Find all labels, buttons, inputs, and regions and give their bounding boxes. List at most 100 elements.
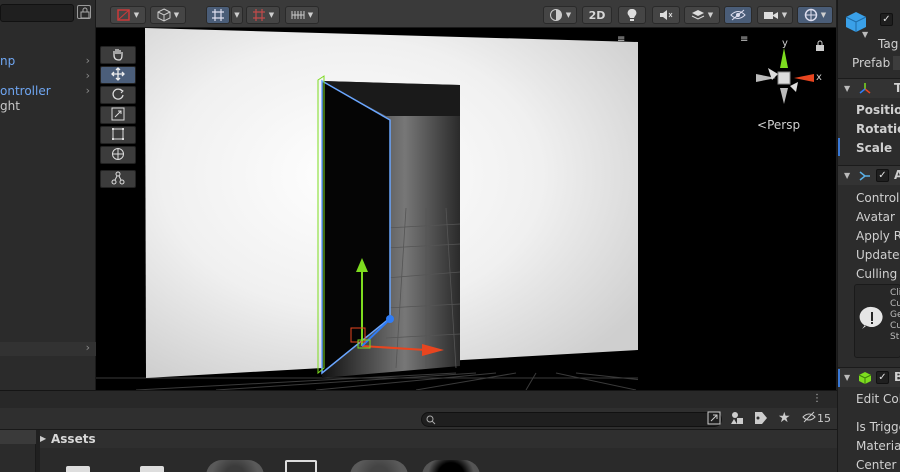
material-label[interactable]: Material [856,439,900,453]
draw-mode-dropdown[interactable]: ▼ [110,6,146,24]
gizmo-y-label: y [782,38,788,49]
hierarchy-item[interactable]: np › [0,54,96,70]
overlay-menu-icon[interactable]: ≡ [617,34,625,45]
camera-dropdown[interactable]: ▼ [757,6,793,24]
add-to-scene-icon[interactable] [707,411,721,428]
animator-enabled-checkbox[interactable]: ✓ [876,169,889,182]
animator-title: A [894,168,900,182]
project-tab-bar: ⋮ [0,390,837,408]
favorite-icon[interactable]: ★ [778,410,791,426]
transform-header[interactable]: ▼ T [838,78,900,98]
overlay-menu-icon[interactable]: ≡ [740,34,748,45]
scene-viewport[interactable]: y x [96,28,836,390]
hierarchy-list: np › › ontroller › ght [0,26,96,356]
folder-icon[interactable] [140,466,164,472]
gizmos-dropdown[interactable]: ▼ [797,6,833,24]
hand-tool-button[interactable] [100,46,136,64]
controller-label[interactable]: Controlle [856,191,900,205]
script-asset-icon[interactable] [285,460,317,472]
audio-toggle-button[interactable] [652,6,680,24]
assets-breadcrumb[interactable]: Assets [51,432,96,450]
info-line: Cu [890,321,900,331]
asset-thumbnail[interactable] [350,460,408,472]
lock-icon[interactable] [815,40,825,55]
prefab-label: Prefab [852,56,891,70]
increment-snap-icon [252,8,266,22]
scale-label[interactable]: Scale [856,141,892,155]
box-collider-icon [858,371,872,388]
box-collider-enabled-checkbox[interactable]: ✓ [876,371,889,384]
shading-dropdown[interactable]: ▼ [150,6,186,24]
project-folder-tree [0,430,36,472]
custom-tool-button[interactable] [100,170,136,188]
apply-root-motion-label[interactable]: Apply Ro [856,229,900,243]
hierarchy-item[interactable]: ght [0,99,96,115]
transform-tool-button[interactable] [100,146,136,164]
rect-tool-button[interactable] [100,126,136,144]
tag-label: Tag [878,37,899,51]
2d-toggle-label: 2D [588,8,606,22]
lightbulb-icon [626,8,638,22]
filter-label-icon[interactable] [754,411,768,428]
move-tool-button[interactable] [100,66,136,84]
hierarchy-item[interactable]: › [0,341,96,356]
gameobject-active-checkbox[interactable]: ✓ [880,13,893,26]
info-line: Cli [890,288,900,298]
lighting-toggle-button[interactable] [618,6,646,24]
effects-dropdown[interactable]: ▼ [684,6,720,24]
search-icon [426,414,436,428]
filter-type-icon[interactable] [730,411,744,428]
animator-icon [858,169,872,186]
info-icon [859,305,885,334]
hidden-packages-toggle[interactable]: 15 [802,411,831,426]
projection-toggle[interactable]: <Persp [757,118,800,132]
center-label[interactable]: Center [856,458,896,472]
increment-snap-dropdown[interactable]: ▼ [246,6,280,24]
project-search-input[interactable] [421,412,722,427]
inspector-panel: ▼ ✓ Tag Prefab ▼ T Position Rotation Sca… [837,0,900,472]
edit-collider-label[interactable]: Edit Colli [856,392,900,406]
folder-icon[interactable] [66,466,90,472]
scale-icon [111,107,125,124]
2d-toggle-button[interactable]: 2D [582,6,612,24]
hierarchy-item[interactable]: › [0,69,96,85]
shading-icon [157,8,171,22]
chevron-right-icon[interactable]: › [86,84,90,97]
gizmo-x-label: x [816,72,822,83]
hidden-packages-icon [802,411,816,426]
transform-icon [111,147,125,164]
ruler-icon [291,9,305,21]
z-axis-handle-icon[interactable] [386,315,394,323]
hidden-packages-count: 15 [817,412,831,425]
avatar-label[interactable]: Avatar [856,210,895,224]
rotation-label[interactable]: Rotation [856,122,900,136]
grid-snap-toggle[interactable] [206,6,230,24]
update-mode-label[interactable]: Update M [856,248,900,262]
asset-thumbnail[interactable] [206,460,264,472]
hierarchy-lock-icon[interactable] [77,5,91,19]
hierarchy-item[interactable]: ontroller › [0,84,96,100]
window-menu-icon[interactable]: ⋮ [812,393,822,404]
scale-tool-button[interactable] [100,106,136,124]
position-label[interactable]: Position [856,103,900,117]
chevron-right-icon[interactable]: › [86,341,90,354]
animator-header[interactable]: ▼ ✓ A [838,165,900,185]
asset-thumbnail[interactable] [422,460,480,472]
visibility-icon [730,9,746,21]
chevron-right-icon[interactable]: › [86,69,90,82]
ruler-dropdown[interactable]: ▼ [285,6,319,24]
grid-snap-dropdown[interactable]: ▼ [231,6,243,24]
chevron-right-icon[interactable]: › [86,54,90,67]
gizmos-icon [804,8,818,22]
is-trigger-label[interactable]: Is Trigge [856,420,900,434]
hierarchy-item-label: np [0,54,16,68]
culling-mode-label[interactable]: Culling M [856,267,900,281]
draw-mode-icon [117,9,131,21]
box-collider-header[interactable]: ▼ ✓ B [838,367,900,387]
rotate-tool-button[interactable] [100,86,136,104]
lighting-dropdown[interactable]: ▼ [543,6,577,24]
transform-title: T [894,81,900,95]
hierarchy-search-input[interactable] [0,4,74,22]
scene-visibility-toggle[interactable] [724,6,752,24]
scene-render[interactable]: y x [96,28,836,390]
